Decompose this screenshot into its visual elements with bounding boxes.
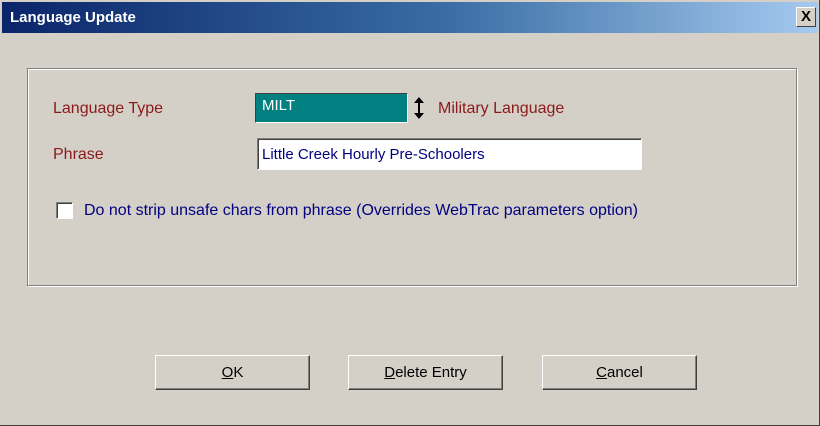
language-type-label: Language Type: [53, 100, 164, 117]
language-type-description: Military Language: [438, 100, 565, 117]
window-title: Language Update: [10, 9, 136, 26]
language-update-dialog: Language Update X Language Type MILT Mil…: [0, 0, 820, 426]
language-type-field[interactable]: MILT: [255, 93, 408, 123]
ok-mnemonic: O: [221, 364, 234, 381]
strip-unsafe-chars-label: Do not strip unsafe chars from phrase (O…: [84, 202, 638, 219]
phrase-label: Phrase: [53, 146, 104, 163]
ok-button[interactable]: OK: [155, 355, 310, 390]
close-icon: X: [800, 8, 811, 25]
cancel-label: ancel: [606, 364, 643, 381]
strip-unsafe-chars-checkbox[interactable]: [56, 202, 73, 219]
cancel-button[interactable]: Cancel: [542, 355, 697, 390]
title-bar[interactable]: Language Update X: [2, 2, 818, 33]
delete-entry-button[interactable]: Delete Entry: [348, 355, 503, 390]
updown-arrow-icon[interactable]: [412, 96, 426, 120]
close-button[interactable]: X: [796, 7, 816, 27]
delete-label: elete Entry: [395, 364, 467, 381]
delete-mnemonic: D: [384, 364, 396, 381]
cancel-mnemonic: C: [596, 364, 607, 381]
phrase-input[interactable]: [257, 138, 642, 170]
ok-label: K: [233, 364, 244, 381]
